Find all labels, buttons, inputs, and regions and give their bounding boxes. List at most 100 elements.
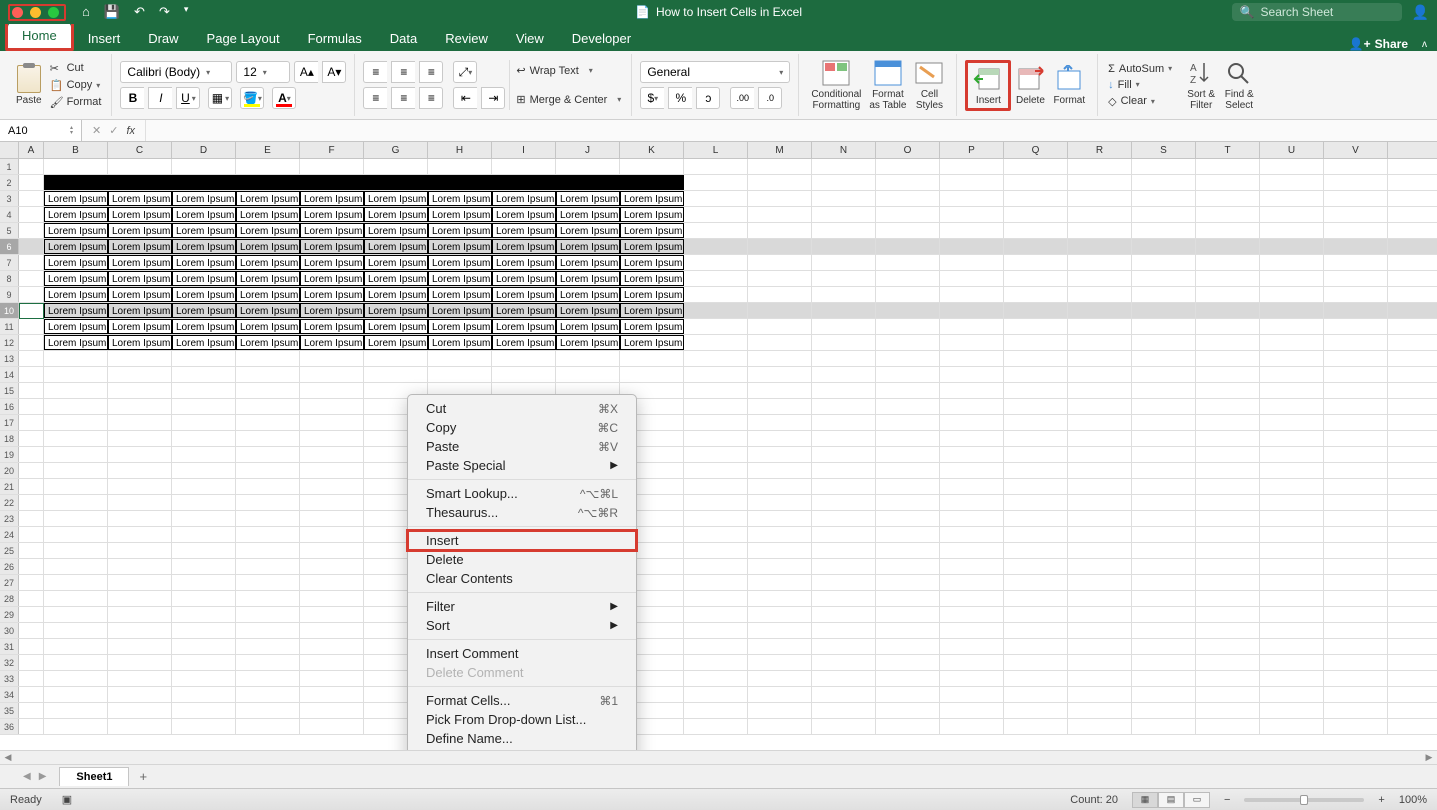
cell[interactable] (684, 511, 748, 526)
cell[interactable]: Lorem Ipsum (108, 207, 172, 222)
cell[interactable] (748, 367, 812, 382)
cell[interactable] (1196, 255, 1260, 270)
horizontal-scrollbar[interactable]: ◀ ▶ (0, 750, 1437, 764)
cell[interactable] (19, 511, 44, 526)
cell[interactable] (44, 415, 108, 430)
cell[interactable] (748, 271, 812, 286)
cell[interactable] (1068, 175, 1132, 190)
cell[interactable] (1260, 543, 1324, 558)
cell[interactable] (44, 495, 108, 510)
minimize-window-button[interactable] (30, 7, 41, 18)
cell[interactable] (812, 511, 876, 526)
cell[interactable] (19, 367, 44, 382)
cell[interactable] (19, 687, 44, 702)
currency-button[interactable]: $▾ (640, 87, 664, 109)
cell[interactable] (748, 335, 812, 350)
col-header[interactable]: U (1260, 142, 1324, 158)
cell[interactable] (748, 687, 812, 702)
cell[interactable] (684, 447, 748, 462)
cell[interactable] (1132, 479, 1196, 494)
cell[interactable] (684, 431, 748, 446)
row-header[interactable]: 24 (0, 527, 19, 542)
increase-indent-button[interactable]: ⇥ (481, 87, 505, 109)
cell[interactable]: Lorem Ipsum (428, 335, 492, 350)
col-header[interactable]: S (1132, 142, 1196, 158)
cell[interactable] (940, 319, 1004, 334)
cell[interactable] (1132, 495, 1196, 510)
cell[interactable]: Lorem Ipsum (492, 287, 556, 302)
cell[interactable] (1260, 527, 1324, 542)
cell[interactable] (812, 367, 876, 382)
cell[interactable] (1324, 399, 1388, 414)
cell[interactable] (172, 383, 236, 398)
cell[interactable] (812, 463, 876, 478)
cell[interactable] (1260, 479, 1324, 494)
cell[interactable] (44, 655, 108, 670)
underline-button[interactable]: U▾ (176, 87, 200, 109)
cell[interactable] (684, 351, 748, 366)
cell[interactable] (236, 527, 300, 542)
cell[interactable] (876, 351, 940, 366)
cell[interactable] (19, 463, 44, 478)
cell[interactable]: Lorem Ipsum (556, 271, 620, 286)
cell[interactable] (19, 575, 44, 590)
cell[interactable] (19, 399, 44, 414)
cell[interactable] (1260, 255, 1324, 270)
cell[interactable] (108, 543, 172, 558)
cell[interactable] (19, 239, 44, 254)
cell[interactable] (236, 383, 300, 398)
row-header[interactable]: 29 (0, 607, 19, 622)
cell[interactable] (19, 287, 44, 302)
cell[interactable] (1068, 527, 1132, 542)
col-header[interactable]: V (1324, 142, 1388, 158)
cell[interactable] (1324, 303, 1388, 318)
cell[interactable]: Lorem Ipsum (236, 287, 300, 302)
cell[interactable] (684, 575, 748, 590)
cell[interactable] (684, 367, 748, 382)
cell[interactable] (1132, 543, 1196, 558)
cell[interactable] (1324, 463, 1388, 478)
cell[interactable] (1324, 687, 1388, 702)
cell[interactable] (1260, 559, 1324, 574)
cell[interactable]: Lorem Ipsum (428, 303, 492, 318)
cell[interactable] (300, 591, 364, 606)
cell[interactable] (1068, 239, 1132, 254)
cell[interactable]: Lorem Ipsum (172, 271, 236, 286)
cell[interactable] (108, 527, 172, 542)
cell[interactable] (940, 367, 1004, 382)
cell[interactable] (940, 447, 1004, 462)
cell[interactable] (300, 671, 364, 686)
cell[interactable] (44, 159, 108, 174)
cell[interactable] (1196, 319, 1260, 334)
cell[interactable] (684, 399, 748, 414)
share-button[interactable]: 👤+ Share (1349, 37, 1408, 51)
cell[interactable]: Lorem Ipsum (300, 239, 364, 254)
cell[interactable] (748, 559, 812, 574)
select-all-corner[interactable] (0, 142, 19, 158)
cell[interactable] (1132, 655, 1196, 670)
cell[interactable] (1004, 703, 1068, 718)
cell[interactable] (940, 527, 1004, 542)
cell[interactable] (940, 335, 1004, 350)
tab-page-layout[interactable]: Page Layout (193, 26, 294, 51)
cell[interactable] (1324, 447, 1388, 462)
cell[interactable] (1004, 175, 1068, 190)
cell[interactable] (1132, 447, 1196, 462)
cell[interactable] (19, 703, 44, 718)
cell[interactable] (1260, 223, 1324, 238)
cell[interactable] (19, 623, 44, 638)
tab-view[interactable]: View (502, 26, 558, 51)
cell[interactable] (876, 447, 940, 462)
cell[interactable] (1196, 687, 1260, 702)
cell[interactable] (940, 399, 1004, 414)
cell[interactable] (876, 431, 940, 446)
tab-review[interactable]: Review (431, 26, 502, 51)
cell[interactable]: Lorem Ipsum (236, 255, 300, 270)
cell[interactable] (1004, 527, 1068, 542)
cell[interactable] (1068, 303, 1132, 318)
cell[interactable] (812, 543, 876, 558)
cell[interactable] (172, 527, 236, 542)
cell[interactable] (44, 591, 108, 606)
bold-button[interactable]: B (120, 87, 144, 109)
cell[interactable] (684, 639, 748, 654)
